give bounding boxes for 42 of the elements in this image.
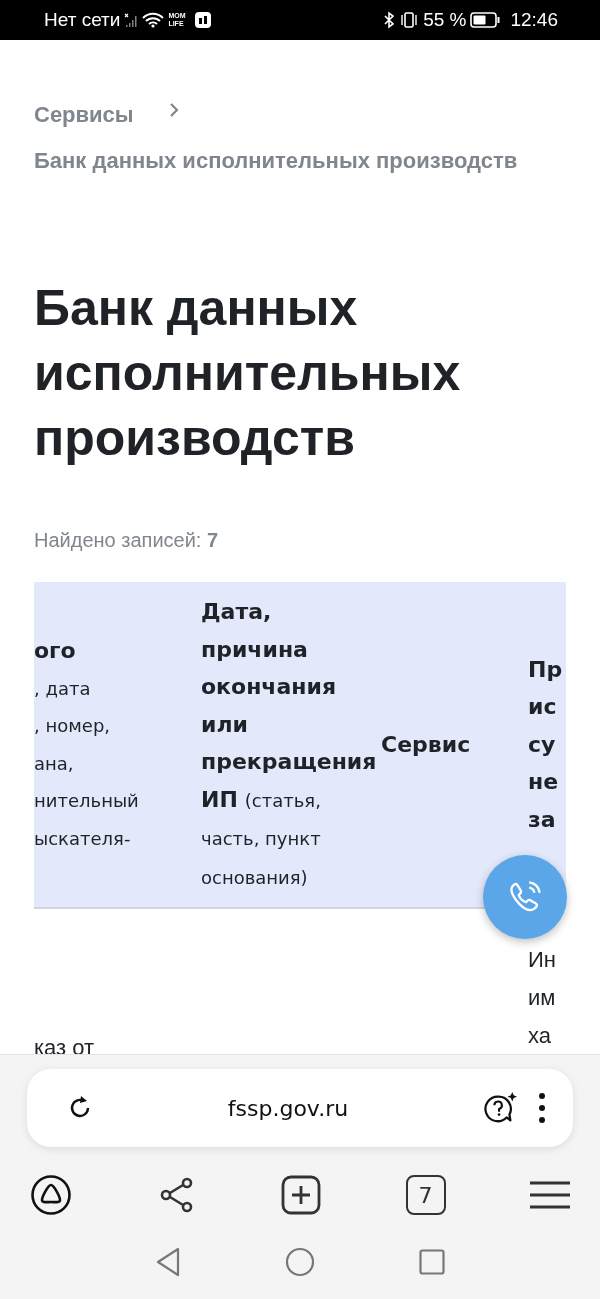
url-text[interactable]: fssp.gov.ru: [113, 1095, 463, 1121]
header-text: , дата: [34, 676, 92, 701]
breadcrumb-link[interactable]: Банк данных исполнительных производств: [34, 138, 518, 184]
signal-icon: [124, 12, 139, 28]
back-icon[interactable]: [155, 1247, 181, 1277]
records-count: Найдено записей: 7: [34, 529, 220, 552]
home-icon[interactable]: [285, 1247, 315, 1277]
vibrate-icon: [399, 11, 420, 29]
battery-icon: [470, 12, 501, 28]
clock: 12:46: [510, 9, 558, 31]
header-text: , номер,: [34, 714, 112, 738]
wifi-icon: [142, 12, 165, 28]
column-header: за: [528, 805, 557, 834]
breadcrumb-link[interactable]: Сервисы: [34, 92, 134, 138]
chat-question-icon[interactable]: [481, 1091, 519, 1125]
assistant-icon[interactable]: [30, 1174, 72, 1216]
bluetooth-icon: [383, 11, 396, 29]
header-text: ана,: [34, 751, 75, 776]
recents-icon[interactable]: [419, 1249, 445, 1275]
column-header: ого: [34, 637, 77, 665]
column-header: Дата, причина окончания или прекращения ИП (статья, часть, пункт основания): [201, 598, 373, 890]
table-cell-text: Ин: [528, 946, 557, 974]
column-header: не: [528, 768, 560, 797]
chevron-icon: [167, 102, 180, 118]
header-text: нительный: [34, 789, 140, 813]
header-text: ыскателя-: [34, 826, 132, 851]
battery-percent: 55 %: [423, 9, 467, 31]
table-cell-text: им: [528, 984, 557, 1012]
table-cell-text: ха: [528, 1022, 552, 1050]
column-header: Сервис: [381, 730, 472, 759]
more-icon[interactable]: [537, 1091, 547, 1125]
column-header: Пр: [528, 655, 564, 684]
column-header: су: [528, 730, 557, 759]
app-icon: [194, 11, 213, 29]
column-header: ис: [528, 693, 558, 722]
new-tab-icon[interactable]: [281, 1175, 321, 1215]
menu-icon[interactable]: [530, 1180, 570, 1210]
page-title: Банк данных исполнительных производств: [34, 279, 462, 468]
call-button[interactable]: [483, 855, 567, 939]
tabs-button[interactable]: 7: [405, 1175, 446, 1215]
network-status: Нет сети: [44, 9, 121, 31]
address-bar[interactable]: fssp.gov.ru: [27, 1069, 573, 1147]
